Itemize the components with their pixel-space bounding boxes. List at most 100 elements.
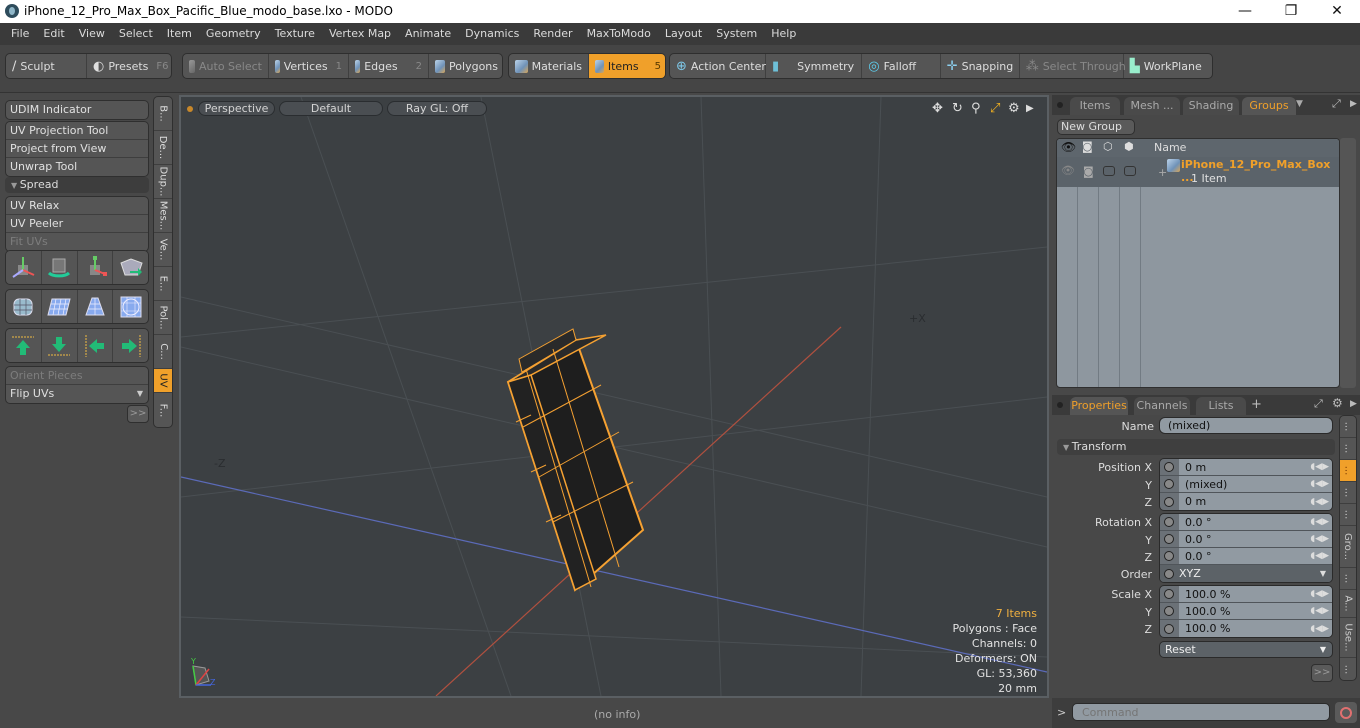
- keyframe-dot-icon[interactable]: [1164, 623, 1174, 634]
- align-left-button[interactable]: [78, 329, 114, 362]
- row-render-icon[interactable]: ◙: [1083, 165, 1094, 178]
- materials-button[interactable]: Materials: [509, 54, 589, 78]
- flip-uvs-dropdown[interactable]: Flip UVs ▼: [6, 385, 148, 403]
- rotate-view-icon[interactable]: ↻: [952, 101, 963, 116]
- row-select-checkbox[interactable]: [1124, 166, 1136, 176]
- scale-y-field[interactable]: 100.0 %: [1179, 603, 1304, 619]
- align-top-button[interactable]: [6, 329, 42, 362]
- workplane-button[interactable]: ▙ WorkPlane: [1124, 54, 1212, 78]
- snapping-button[interactable]: ✛ Snapping: [941, 54, 1020, 78]
- keyframe-dot-icon[interactable]: [1164, 568, 1174, 579]
- select-through-button[interactable]: ⁂ Select Through: [1020, 54, 1126, 78]
- viewport-menu-dot-icon[interactable]: [187, 106, 193, 112]
- symmetry-button[interactable]: ▮ Symmetry: [766, 54, 863, 78]
- fit-uvs-button[interactable]: Fit UVs: [6, 233, 148, 251]
- tab-items[interactable]: Items: [1070, 97, 1120, 115]
- menu-vertex-map[interactable]: Vertex Map: [322, 23, 398, 45]
- falloff-button[interactable]: ◎ Falloff: [862, 54, 941, 78]
- drag-arrows-icon[interactable]: ◖◀▶: [1304, 459, 1332, 475]
- menu-texture[interactable]: Texture: [268, 23, 322, 45]
- menu-help[interactable]: Help: [764, 23, 803, 45]
- expand-properties-icon[interactable]: ⤢: [1314, 397, 1323, 411]
- position-x-field[interactable]: 0 m: [1179, 459, 1304, 475]
- drag-arrows-icon[interactable]: ◖◀▶: [1304, 548, 1332, 564]
- menu-animate[interactable]: Animate: [398, 23, 458, 45]
- drag-arrows-icon[interactable]: ◖◀▶: [1304, 603, 1332, 619]
- tab-properties[interactable]: Properties: [1070, 397, 1128, 415]
- side-tab[interactable]: ...: [1340, 658, 1356, 680]
- vtab-polygon[interactable]: Pol...: [154, 301, 172, 335]
- projection-planar-tool[interactable]: [42, 290, 78, 323]
- vtab-basic[interactable]: B...: [154, 97, 172, 131]
- selected-mesh-iphone-box[interactable]: [506, 328, 645, 592]
- tab-shading[interactable]: Shading: [1183, 97, 1239, 115]
- reset-dropdown[interactable]: Reset ▼: [1159, 641, 1333, 658]
- scale-x-field[interactable]: 100.0 %: [1179, 586, 1304, 602]
- command-input[interactable]: [1072, 703, 1330, 721]
- drag-arrows-icon[interactable]: ◖◀▶: [1304, 531, 1332, 547]
- keyframe-dot-icon[interactable]: [1164, 479, 1174, 489]
- scale-uv-tool[interactable]: [78, 251, 114, 284]
- dropdown-arrow-icon[interactable]: ▼: [1320, 569, 1326, 578]
- row-eye-icon[interactable]: 👁: [1061, 164, 1075, 177]
- panel-menu-dot-icon[interactable]: [1057, 102, 1063, 108]
- lock-cube-icon[interactable]: ⬡: [1103, 140, 1113, 153]
- edges-button[interactable]: Edges 2: [349, 54, 429, 78]
- raygl-toggle[interactable]: Ray GL: Off: [387, 101, 487, 116]
- add-tab-button[interactable]: +: [1251, 397, 1262, 412]
- zoom-view-icon[interactable]: ⚲: [971, 101, 981, 116]
- rotate-uv-tool[interactable]: [42, 251, 78, 284]
- groups-list-scrollbar[interactable]: [1340, 138, 1356, 388]
- menu-select[interactable]: Select: [112, 23, 160, 45]
- side-tab[interactable]: ...: [1340, 504, 1356, 526]
- menu-maxtomodo[interactable]: MaxToModo: [580, 23, 658, 45]
- group-row[interactable]: 👁 ◙ + iPhone_12_Pro_Max_Box ... 1 Item: [1057, 157, 1339, 187]
- tab-lists[interactable]: Lists: [1196, 397, 1246, 415]
- drag-arrows-icon[interactable]: ◖◀▶: [1304, 620, 1332, 637]
- side-tab[interactable]: ...: [1340, 438, 1356, 460]
- shading-style-dropdown[interactable]: Default: [279, 101, 383, 116]
- side-tab[interactable]: ...: [1340, 568, 1356, 590]
- maximize-button[interactable]: ❐: [1268, 0, 1314, 23]
- keyframe-dot-icon[interactable]: [1164, 589, 1174, 599]
- uv-peeler-button[interactable]: UV Peeler: [6, 215, 148, 233]
- 3d-viewport[interactable]: -Z +X Y Z Perspective Default Ray GL: Of…: [179, 95, 1049, 698]
- menu-render[interactable]: Render: [526, 23, 579, 45]
- keyframe-dot-icon[interactable]: [1164, 551, 1174, 561]
- vtab-duplicate[interactable]: Dup...: [154, 165, 172, 199]
- panel-arrow-icon[interactable]: ▶: [1350, 99, 1357, 109]
- menu-view[interactable]: View: [72, 23, 112, 45]
- rotation-x-field[interactable]: 0.0 °: [1179, 514, 1304, 530]
- vtab-uv[interactable]: UV: [154, 369, 172, 393]
- uv-projection-tool-button[interactable]: UV Projection Tool: [6, 122, 148, 140]
- transform-section-header[interactable]: ▼ Transform: [1057, 439, 1335, 455]
- sculpt-button[interactable]: ∕ Sculpt: [6, 54, 87, 78]
- udim-indicator-button[interactable]: UDIM Indicator: [6, 101, 148, 119]
- align-bottom-button[interactable]: [42, 329, 78, 362]
- action-center-button[interactable]: ⊕ Action Center: [670, 54, 766, 78]
- properties-gear-icon[interactable]: ⚙: [1332, 396, 1343, 410]
- auto-select-button[interactable]: Auto Select: [183, 54, 269, 78]
- side-tab-user[interactable]: Use...: [1340, 618, 1356, 658]
- keyframe-dot-icon[interactable]: [1164, 534, 1174, 544]
- side-tab-active[interactable]: ...: [1340, 460, 1356, 482]
- pan-view-icon[interactable]: ✥: [932, 101, 943, 116]
- position-y-field[interactable]: (mixed): [1179, 476, 1304, 492]
- menu-layout[interactable]: Layout: [658, 23, 709, 45]
- rotation-y-field[interactable]: 0.0 °: [1179, 531, 1304, 547]
- name-field[interactable]: (mixed): [1159, 417, 1333, 434]
- side-tab[interactable]: ...: [1340, 482, 1356, 504]
- projection-atlas-tool[interactable]: [6, 290, 42, 323]
- uv-relax-button[interactable]: UV Relax: [6, 197, 148, 215]
- viewport-settings-gear-icon[interactable]: ⚙: [1008, 101, 1020, 116]
- vtab-fusion[interactable]: F...: [154, 393, 172, 427]
- keyframe-dot-icon[interactable]: [1164, 496, 1174, 507]
- vtab-curve[interactable]: C...: [154, 335, 172, 369]
- properties-menu-dot-icon[interactable]: [1057, 402, 1063, 408]
- expand-panel-icon[interactable]: ⤢: [1332, 97, 1341, 111]
- close-button[interactable]: ✕: [1314, 0, 1360, 23]
- view-mode-dropdown[interactable]: Perspective: [198, 101, 275, 116]
- move-uv-tool[interactable]: [6, 251, 42, 284]
- vtab-mesh[interactable]: Mes...: [154, 199, 172, 233]
- menu-item[interactable]: Item: [160, 23, 199, 45]
